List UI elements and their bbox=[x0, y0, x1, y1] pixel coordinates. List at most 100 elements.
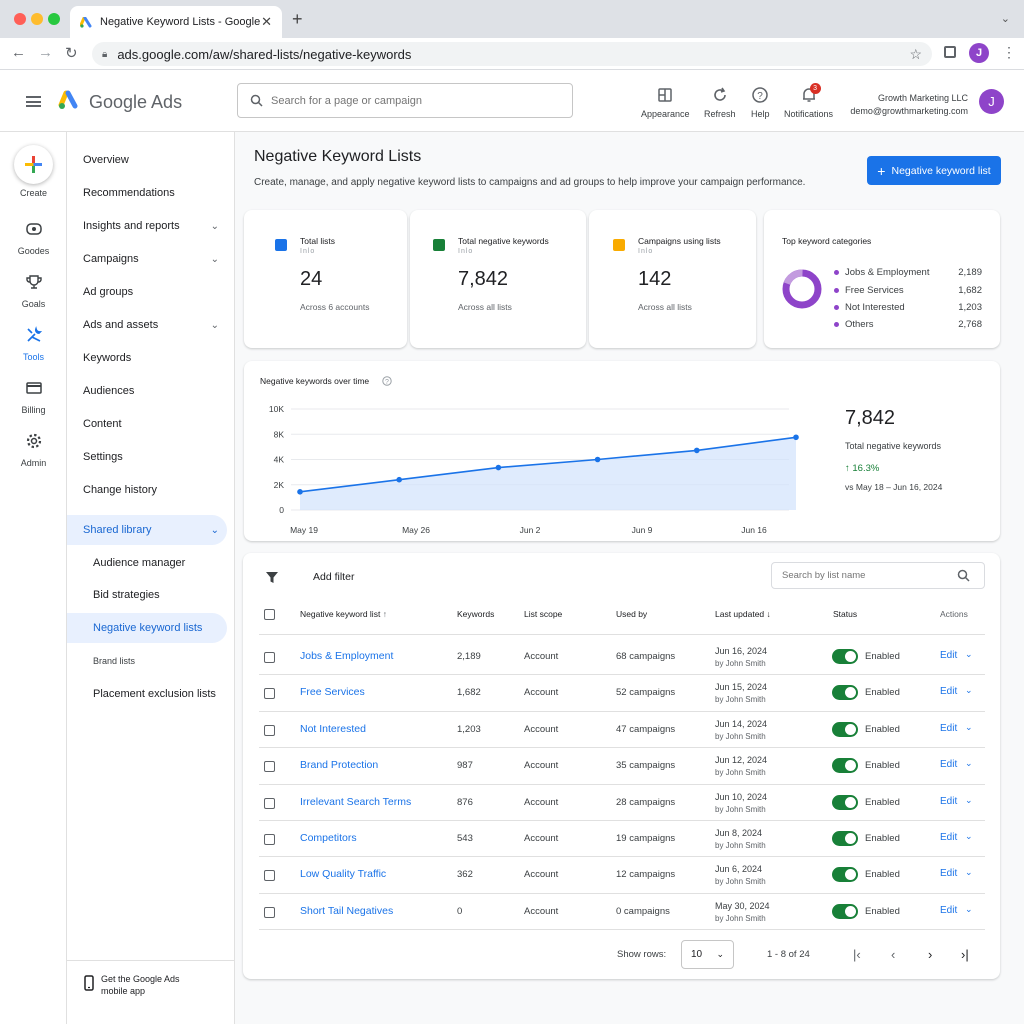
edit-link[interactable]: Edit bbox=[940, 759, 957, 770]
nav-settings[interactable]: Settings bbox=[83, 451, 219, 463]
browser-tab[interactable]: Negative Keyword Lists - Google Ads ✕ bbox=[70, 6, 282, 38]
nav-ad-groups[interactable]: Ad groups bbox=[83, 286, 219, 298]
row-checkbox[interactable] bbox=[264, 688, 275, 700]
account-info[interactable]: Growth Marketing LLC demo@growthmarketin… bbox=[850, 92, 968, 118]
nav-keywords[interactable]: Keywords bbox=[83, 352, 219, 364]
list-name-link[interactable]: Jobs & Employment bbox=[300, 650, 393, 662]
close-window-button[interactable] bbox=[14, 13, 26, 25]
nav-bid-strategies[interactable]: Bid strategies bbox=[93, 589, 160, 601]
new-negative-keyword-list-button[interactable]: + Negative keyword list bbox=[867, 156, 1001, 185]
rows-per-page-select[interactable]: 10 ⌄ bbox=[681, 940, 734, 969]
header-used-by[interactable]: Used by bbox=[616, 609, 647, 619]
create-button[interactable] bbox=[14, 145, 53, 184]
row-checkbox[interactable] bbox=[264, 724, 275, 736]
status-toggle[interactable] bbox=[832, 649, 858, 664]
mobile-app-promo[interactable]: Get the Google Ads mobile app bbox=[67, 960, 235, 996]
row-checkbox[interactable] bbox=[264, 652, 275, 663]
nav-audience-manager[interactable]: Audience manager bbox=[93, 557, 185, 569]
header-last-updated[interactable]: Last updated ↓ bbox=[715, 609, 771, 619]
address-bar[interactable]: 🔒︎ ads.google.com/aw/shared-lists/negati… bbox=[92, 42, 932, 66]
refresh-button[interactable]: Refresh bbox=[704, 86, 736, 119]
status-toggle[interactable] bbox=[832, 903, 858, 919]
reload-icon[interactable]: ↻ bbox=[65, 44, 78, 62]
side-panel-icon[interactable] bbox=[944, 46, 956, 58]
row-actions-chevron-icon[interactable]: ⌄ bbox=[965, 831, 973, 842]
browser-menu-icon[interactable]: ⋮ bbox=[1002, 44, 1016, 61]
edit-link[interactable]: Edit bbox=[940, 796, 957, 807]
forward-icon[interactable]: → bbox=[38, 44, 53, 61]
select-all-checkbox[interactable] bbox=[264, 609, 275, 620]
new-tab-icon[interactable]: + bbox=[292, 9, 303, 30]
list-name-link[interactable]: Free Services bbox=[300, 686, 365, 698]
header-name[interactable]: Negative keyword list ↑ bbox=[300, 609, 387, 619]
nav-brand-lists[interactable]: Brand lists bbox=[93, 656, 135, 666]
first-page-icon[interactable]: |‹ bbox=[853, 947, 861, 962]
rail-goodes[interactable]: Goodes bbox=[0, 220, 67, 256]
edit-link[interactable]: Edit bbox=[940, 686, 957, 697]
edit-link[interactable]: Edit bbox=[940, 868, 957, 879]
list-name-link[interactable]: Competitors bbox=[300, 832, 357, 844]
browser-profile-avatar[interactable]: J bbox=[969, 43, 989, 63]
minimize-window-button[interactable] bbox=[31, 13, 43, 25]
status-toggle[interactable] bbox=[832, 685, 858, 701]
status-toggle[interactable] bbox=[832, 794, 858, 810]
nav-change-history[interactable]: Change history bbox=[83, 484, 219, 496]
tab-search-chevron-icon[interactable]: ⌄ bbox=[1001, 12, 1010, 25]
notifications-button[interactable]: 3 Notifications bbox=[784, 83, 833, 119]
status-toggle[interactable] bbox=[832, 721, 858, 737]
status-toggle[interactable] bbox=[832, 831, 858, 846]
nav-placement-exclusion[interactable]: Placement exclusion lists bbox=[93, 688, 216, 700]
row-actions-chevron-icon[interactable]: ⌄ bbox=[965, 685, 973, 696]
list-name-link[interactable]: Not Interested bbox=[300, 723, 366, 735]
rail-admin[interactable]: Admin bbox=[0, 432, 67, 468]
row-checkbox[interactable] bbox=[264, 761, 275, 773]
help-button[interactable]: ? Help bbox=[751, 86, 770, 119]
nav-shared-library[interactable]: Shared library ⌄ bbox=[83, 524, 219, 536]
row-actions-chevron-icon[interactable]: ⌄ bbox=[965, 867, 973, 878]
nav-negative-keyword-lists[interactable]: Negative keyword lists bbox=[93, 622, 202, 634]
rail-goals[interactable]: Goals bbox=[0, 273, 67, 309]
filter-icon[interactable] bbox=[265, 571, 279, 584]
table-search-input[interactable] bbox=[782, 570, 957, 581]
header-list-scope[interactable]: List scope bbox=[524, 609, 562, 619]
row-actions-chevron-icon[interactable]: ⌄ bbox=[965, 795, 973, 806]
row-checkbox[interactable] bbox=[264, 870, 275, 882]
previous-page-icon[interactable]: ‹ bbox=[891, 947, 895, 962]
last-page-icon[interactable]: ›| bbox=[961, 947, 969, 962]
nav-campaigns[interactable]: Campaigns ⌄ bbox=[83, 253, 219, 265]
status-toggle[interactable] bbox=[832, 758, 858, 774]
row-actions-chevron-icon[interactable]: ⌄ bbox=[965, 758, 973, 769]
info-icon[interactable]: ? bbox=[382, 376, 392, 386]
edit-link[interactable]: Edit bbox=[940, 650, 957, 661]
list-name-link[interactable]: Irrelevant Search Terms bbox=[300, 796, 411, 808]
row-checkbox[interactable] bbox=[264, 906, 275, 918]
row-actions-chevron-icon[interactable]: ⌄ bbox=[965, 904, 973, 915]
nav-recommendations[interactable]: Recommendations bbox=[83, 187, 219, 199]
list-name-link[interactable]: Short Tail Negatives bbox=[300, 905, 393, 917]
appearance-button[interactable]: Appearance bbox=[641, 86, 690, 119]
edit-link[interactable]: Edit bbox=[940, 723, 957, 734]
back-icon[interactable]: ← bbox=[11, 44, 26, 61]
edit-link[interactable]: Edit bbox=[940, 832, 957, 843]
rail-tools[interactable]: Tools bbox=[0, 326, 67, 362]
row-actions-chevron-icon[interactable]: ⌄ bbox=[965, 649, 973, 660]
header-keywords[interactable]: Keywords bbox=[457, 609, 494, 619]
rail-billing[interactable]: Billing bbox=[0, 379, 67, 415]
table-search[interactable] bbox=[771, 562, 985, 589]
bookmark-star-icon[interactable]: ☆ bbox=[909, 46, 922, 63]
status-toggle[interactable] bbox=[832, 867, 858, 883]
next-page-icon[interactable]: › bbox=[928, 947, 932, 962]
global-search[interactable] bbox=[237, 83, 573, 118]
row-checkbox[interactable] bbox=[264, 834, 275, 845]
header-status[interactable]: Status bbox=[833, 609, 857, 619]
rail-create-label[interactable]: Create bbox=[0, 188, 67, 198]
nav-ads-assets[interactable]: Ads and assets ⌄ bbox=[83, 319, 219, 331]
hamburger-menu-icon[interactable] bbox=[26, 96, 41, 107]
maximize-window-button[interactable] bbox=[48, 13, 60, 25]
nav-audiences[interactable]: Audiences bbox=[83, 385, 219, 397]
tab-close-icon[interactable]: ✕ bbox=[261, 14, 272, 30]
nav-overview[interactable]: Overview bbox=[83, 154, 219, 166]
edit-link[interactable]: Edit bbox=[940, 905, 957, 916]
nav-content[interactable]: Content bbox=[83, 418, 219, 430]
row-actions-chevron-icon[interactable]: ⌄ bbox=[965, 722, 973, 733]
